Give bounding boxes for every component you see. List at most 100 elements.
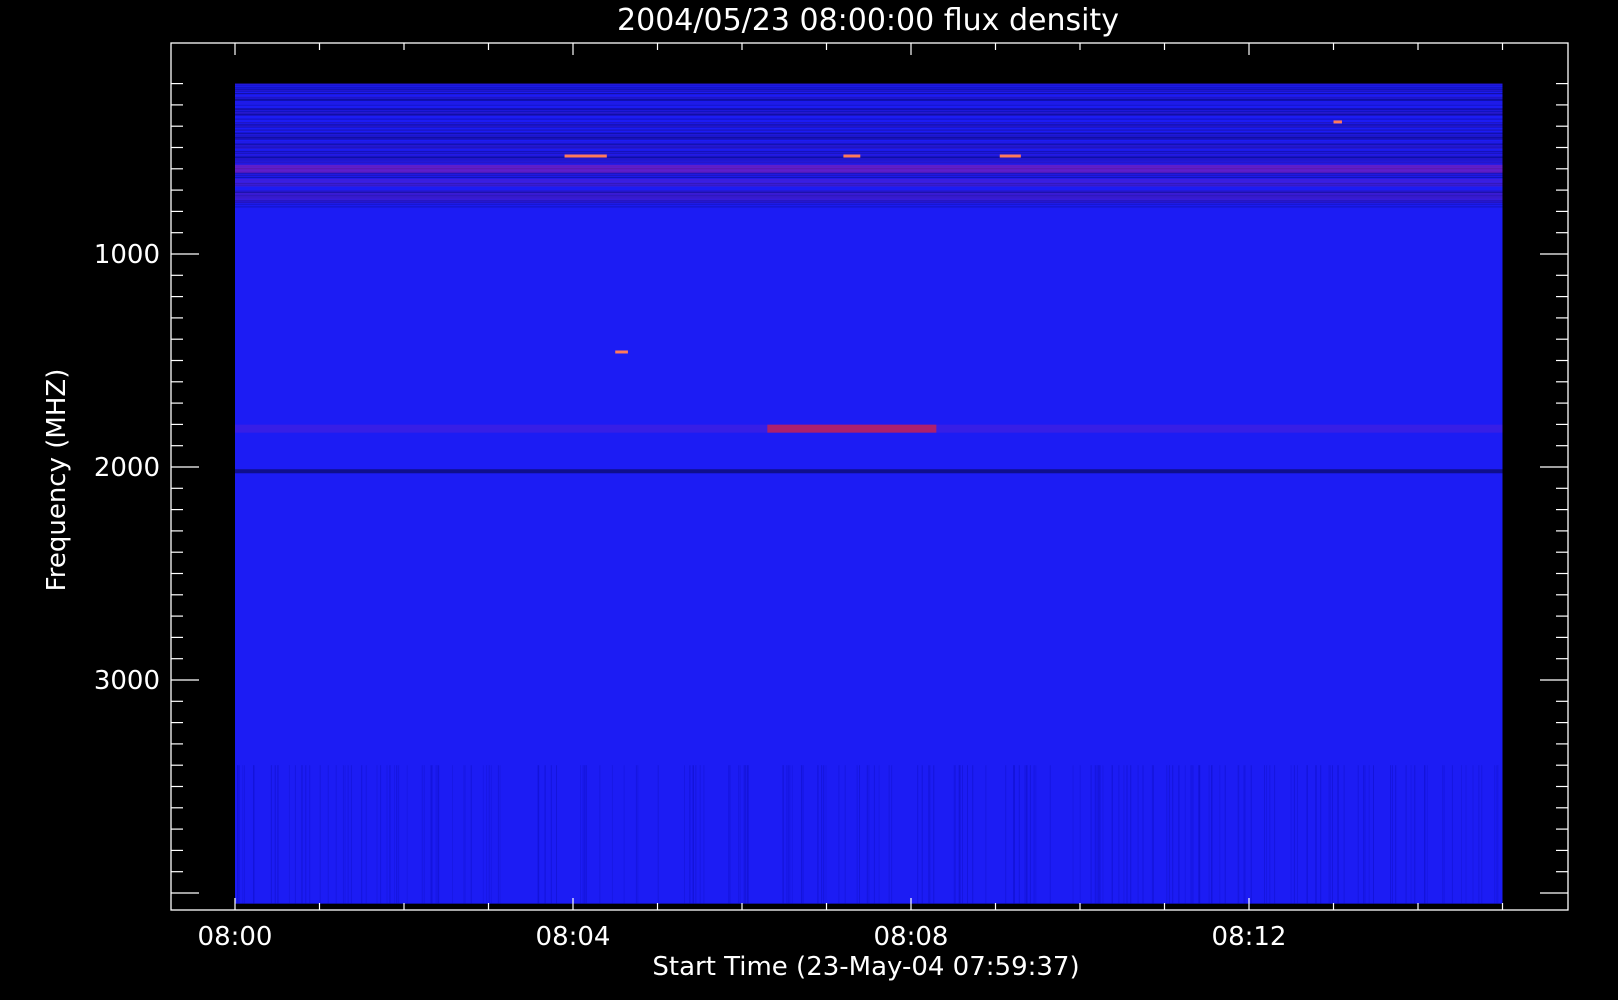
noise-line	[235, 118, 1503, 120]
striation	[1026, 765, 1028, 904]
striation	[277, 765, 279, 904]
striation	[954, 765, 956, 904]
striation	[787, 765, 789, 904]
striation	[1237, 765, 1239, 904]
noise-line	[235, 204, 1503, 206]
striation	[583, 765, 585, 904]
striation	[1390, 765, 1391, 904]
striation	[1264, 765, 1265, 904]
striation	[1079, 765, 1081, 904]
striation	[482, 765, 484, 904]
noise-line	[235, 177, 1503, 179]
striation	[1126, 765, 1128, 904]
striation	[958, 765, 960, 904]
noise-line	[235, 156, 1503, 158]
noise-line	[235, 96, 1503, 98]
striation	[1424, 765, 1426, 904]
striation	[959, 765, 961, 904]
noise-line	[235, 132, 1503, 134]
striation	[599, 765, 601, 904]
emission-spot	[999, 154, 1021, 158]
striation	[917, 765, 919, 904]
striation	[342, 765, 344, 904]
striation	[1472, 765, 1474, 904]
striation	[497, 765, 499, 904]
striation	[692, 765, 694, 904]
striation	[1072, 765, 1074, 904]
striation	[1096, 765, 1098, 904]
striation	[657, 765, 659, 904]
noise-line	[235, 157, 1503, 159]
emission-band	[235, 192, 1503, 201]
striation	[1373, 765, 1374, 904]
striation	[1465, 765, 1467, 904]
striation	[1137, 765, 1139, 904]
noise-line	[235, 125, 1503, 127]
y-tick-label: 3000	[94, 666, 160, 696]
striation	[962, 765, 963, 904]
striation	[1049, 765, 1051, 904]
noise-line	[235, 191, 1503, 192]
striation	[728, 765, 730, 904]
noise-line	[235, 159, 1503, 161]
striation	[1330, 765, 1332, 904]
noise-line	[235, 98, 1503, 100]
noise-line	[235, 133, 1503, 135]
absorption-line	[235, 469, 1503, 474]
striation	[327, 765, 329, 904]
striation	[1357, 765, 1359, 904]
y-axis-label: Frequency (MHZ)	[42, 369, 72, 592]
striation	[1168, 765, 1170, 904]
noise-line	[235, 135, 1503, 137]
noise-line	[235, 88, 1503, 90]
striation	[637, 765, 639, 904]
striation	[800, 765, 802, 904]
striation	[490, 765, 492, 904]
striation	[1190, 765, 1192, 904]
x-tick-label: 08:08	[874, 922, 949, 952]
striation	[1443, 765, 1445, 904]
striation	[463, 765, 465, 904]
striation	[350, 765, 352, 904]
striation	[929, 765, 931, 904]
striation	[1118, 765, 1120, 904]
striation	[1024, 765, 1026, 904]
noise-line	[235, 86, 1503, 88]
striation	[294, 765, 296, 904]
chart-title: 2004/05/23 08:00:00 flux density	[617, 3, 1119, 38]
striation	[1395, 765, 1397, 904]
x-tick-label: 08:04	[536, 922, 611, 952]
emission-band	[767, 424, 937, 433]
striation	[695, 765, 697, 904]
striation	[1029, 765, 1031, 904]
noise-line	[235, 109, 1503, 111]
striation	[953, 765, 955, 904]
noise-line	[235, 102, 1503, 104]
striation	[406, 765, 408, 904]
striation	[1097, 765, 1099, 904]
striation	[470, 765, 472, 904]
striation	[1368, 765, 1370, 904]
noise-line	[235, 108, 1503, 110]
noise-line	[235, 89, 1503, 91]
striation	[452, 765, 453, 904]
striation	[1495, 765, 1497, 904]
striation	[744, 765, 746, 904]
noise-line	[235, 158, 1503, 160]
striation	[580, 765, 581, 904]
striation	[1337, 765, 1339, 904]
striation	[398, 765, 400, 904]
striation	[921, 765, 923, 904]
striation	[1178, 765, 1180, 904]
striation	[1410, 765, 1412, 904]
striation	[242, 765, 244, 904]
striation	[689, 765, 691, 904]
noise-line	[235, 84, 1503, 86]
striation	[1297, 765, 1298, 904]
noise-line	[235, 173, 1503, 175]
striation	[1090, 765, 1092, 904]
striation	[866, 765, 868, 904]
striation	[1152, 765, 1154, 904]
striation	[868, 765, 870, 904]
noise-line	[235, 90, 1503, 92]
